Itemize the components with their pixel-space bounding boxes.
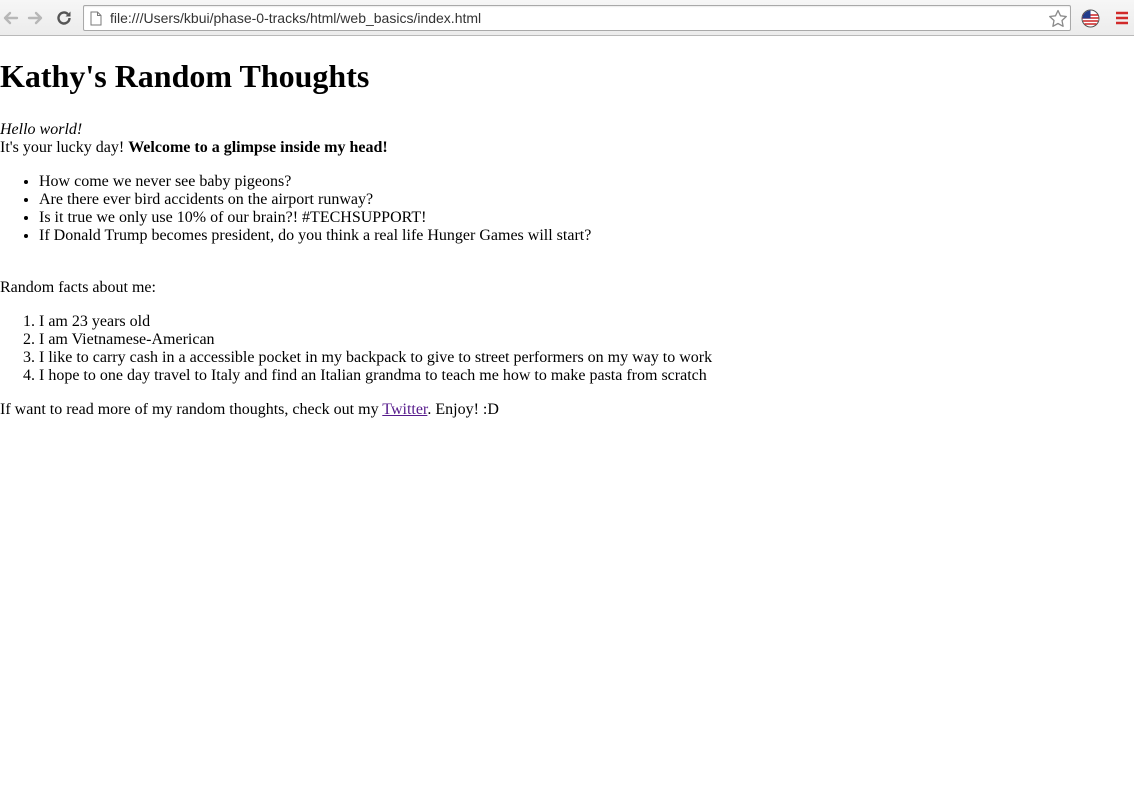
browser-toolbar: file:///Users/kbui/phase-0-tracks/html/w… (0, 0, 1134, 36)
list-item: If Donald Trump becomes president, do yo… (39, 227, 1134, 245)
flag-globe-icon[interactable] (1081, 9, 1100, 33)
list-item: Are there ever bird accidents on the air… (39, 191, 1134, 209)
greeting-text: Hello world! (0, 121, 83, 138)
facts-heading: Random facts about me: (0, 279, 156, 296)
forward-arrow-icon[interactable] (26, 8, 46, 28)
page-content: Kathy's Random Thoughts Hello world! It'… (0, 58, 1134, 419)
list-item: How come we never see baby pigeons? (39, 173, 1134, 191)
page-icon (90, 11, 102, 31)
page-title: Kathy's Random Thoughts (0, 58, 370, 94)
outro-before-text: If want to read more of my random though… (0, 401, 383, 418)
outro-after-text: . Enjoy! :D (427, 401, 499, 418)
intro-text: It's your lucky day! Welcome to a glimps… (0, 139, 1134, 157)
reload-icon[interactable] (54, 8, 74, 28)
list-item: I like to carry cash in a accessible poc… (39, 349, 1134, 367)
star-icon[interactable] (1048, 9, 1068, 33)
back-arrow-icon[interactable] (0, 8, 20, 28)
thoughts-list: How come we never see baby pigeons? Are … (0, 173, 1134, 245)
list-item: I am Vietnamese-American (39, 331, 1134, 349)
intro-plain-text: It's your lucky day! (0, 139, 129, 156)
intro-bold-text: Welcome to a glimpse inside my head! (128, 139, 388, 156)
list-item: Is it true we only use 10% of our brain?… (39, 209, 1134, 227)
facts-list: I am 23 years old I am Vietnamese-Americ… (0, 313, 1134, 385)
address-bar[interactable]: file:///Users/kbui/phase-0-tracks/html/w… (83, 5, 1071, 31)
twitter-link[interactable]: Twitter (382, 401, 427, 418)
list-item: I am 23 years old (39, 313, 1134, 331)
list-item: I hope to one day travel to Italy and fi… (39, 367, 1134, 385)
outro-text: If want to read more of my random though… (0, 401, 1134, 419)
hamburger-menu-icon[interactable] (1115, 11, 1129, 30)
url-text[interactable]: file:///Users/kbui/phase-0-tracks/html/w… (110, 10, 481, 26)
